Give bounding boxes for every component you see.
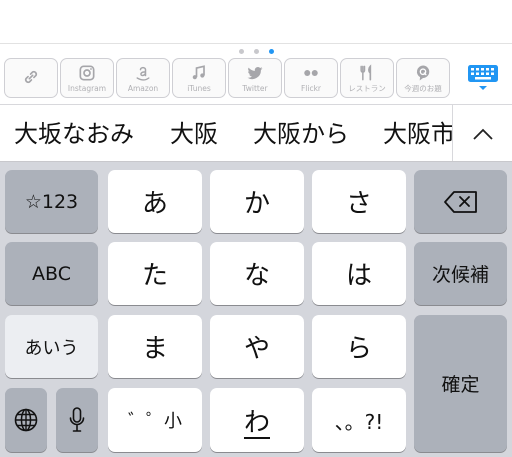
kana-key-ha[interactable]: は xyxy=(312,242,406,305)
keyboard-toggle-button[interactable] xyxy=(458,58,508,98)
candidate-item[interactable]: 大坂なおみ xyxy=(14,105,134,161)
twitter-button[interactable]: Twitter xyxy=(228,58,282,98)
instagram-icon xyxy=(79,65,95,81)
restaurant-icon xyxy=(360,64,372,81)
flickr-button[interactable]: Flickr xyxy=(284,58,338,98)
extension-label: 今週のお題 xyxy=(404,84,442,94)
extension-label: レストラン xyxy=(348,84,386,94)
keyboard-icon xyxy=(468,65,498,90)
flick-keyboard: ☆123 あ か さ ABC た な は 次候補 あいう ま や ら 確定 ゛゜… xyxy=(0,162,512,457)
extension-bar: Instagram Amazon iTunes Twitter Flickr レ… xyxy=(0,56,512,102)
kana-key-na[interactable]: な xyxy=(210,242,304,305)
kana-key-a[interactable]: あ xyxy=(108,170,202,233)
itunes-button[interactable]: iTunes xyxy=(172,58,226,98)
extension-label: Amazon xyxy=(127,84,159,94)
kana-key-ka[interactable]: か xyxy=(210,170,304,233)
amazon-button[interactable]: Amazon xyxy=(116,58,170,98)
confirm-key[interactable]: 確定 xyxy=(414,315,507,452)
extension-label: Flickr xyxy=(300,84,322,94)
link-icon xyxy=(24,70,38,84)
flickr-dots-icon xyxy=(304,70,318,77)
globe-key[interactable] xyxy=(5,388,47,452)
kana-key-ta[interactable]: た xyxy=(108,242,202,305)
next-candidate-key[interactable]: 次候補 xyxy=(414,242,507,305)
expand-candidates-button[interactable] xyxy=(452,105,512,161)
music-note-icon xyxy=(192,65,205,80)
candidate-bar: 大坂なおみ 大阪 大阪から 大阪市 xyxy=(0,104,512,162)
twitter-bird-icon xyxy=(247,67,263,80)
globe-icon xyxy=(14,408,38,432)
instagram-button[interactable]: Instagram xyxy=(60,58,114,98)
q-badge-icon xyxy=(416,65,430,81)
hiragana-mode-key[interactable]: あいう xyxy=(5,315,98,378)
microphone-icon xyxy=(69,407,85,432)
link-button[interactable] xyxy=(4,58,58,98)
candidate-item[interactable]: 大阪から xyxy=(253,105,349,161)
page-dot xyxy=(238,48,244,54)
extension-label: Instagram xyxy=(67,84,107,94)
extension-label: iTunes xyxy=(187,84,211,94)
dakuten-small-key[interactable]: ゛゜小 xyxy=(108,388,202,452)
kana-key-sa[interactable]: さ xyxy=(312,170,406,233)
kana-key-ya[interactable]: や xyxy=(210,315,304,378)
extension-label: Twitter xyxy=(242,84,268,94)
document-area xyxy=(0,0,512,44)
kana-key-ma[interactable]: ま xyxy=(108,315,202,378)
chevron-up-icon xyxy=(472,128,493,140)
kana-key-wa[interactable]: わ xyxy=(210,388,304,452)
dictation-key[interactable] xyxy=(56,388,98,452)
candidate-item[interactable]: 大阪市 xyxy=(383,105,455,161)
restaurant-button[interactable]: レストラン xyxy=(340,58,394,98)
page-dot-active xyxy=(268,48,274,54)
page-dot xyxy=(253,48,259,54)
candidate-item[interactable]: 大阪 xyxy=(170,105,218,161)
page-indicator xyxy=(0,46,512,56)
backspace-key[interactable] xyxy=(414,170,507,233)
punctuation-key[interactable]: 、。?! xyxy=(312,388,406,452)
amazon-icon xyxy=(136,67,150,81)
backspace-icon xyxy=(443,190,477,213)
weekly-topic-button[interactable]: 今週のお題 xyxy=(396,58,450,98)
alphabet-mode-key[interactable]: ABC xyxy=(5,242,98,305)
number-mode-key[interactable]: ☆123 xyxy=(5,170,98,233)
kana-key-ra[interactable]: ら xyxy=(312,315,406,378)
